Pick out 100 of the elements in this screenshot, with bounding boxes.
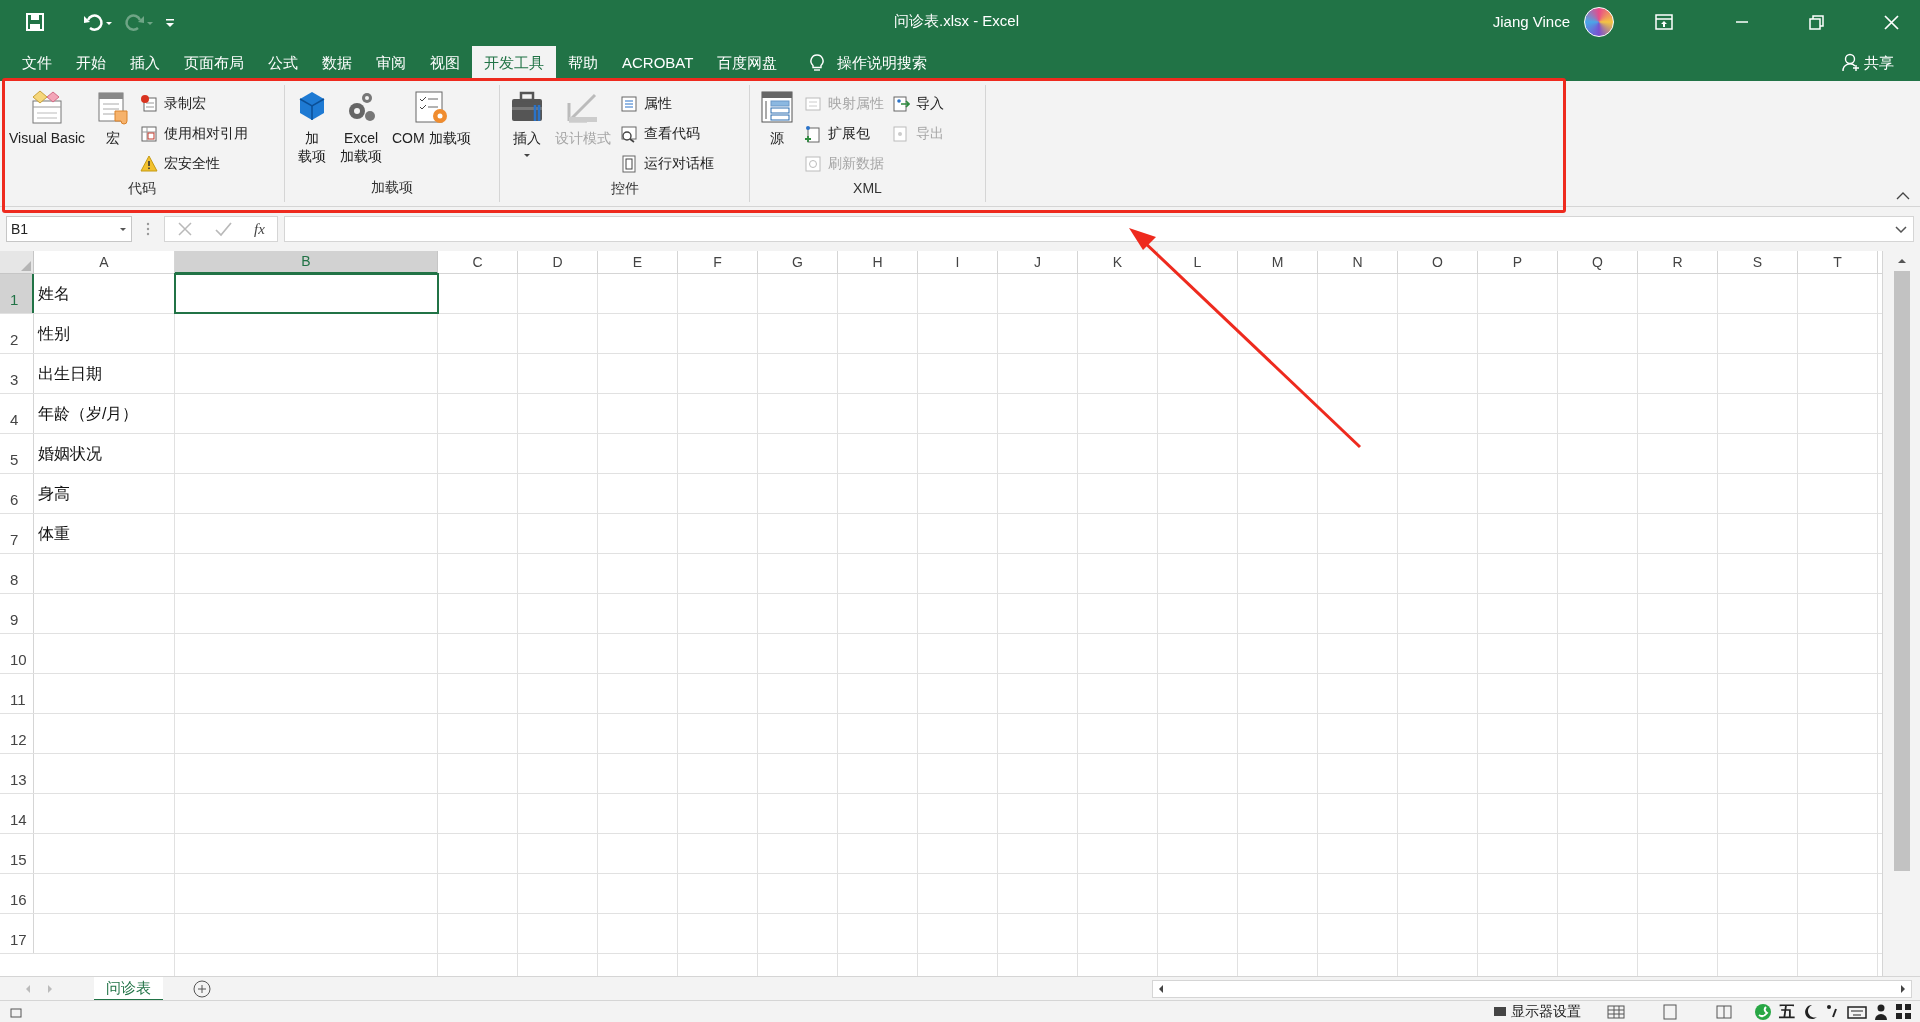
collapse-ribbon-icon[interactable]	[1896, 192, 1910, 200]
column-header[interactable]: R	[1638, 251, 1718, 274]
scroll-left-icon[interactable]	[1157, 983, 1165, 994]
active-cell[interactable]	[175, 274, 438, 313]
column-header[interactable]: S	[1718, 251, 1798, 274]
add-sheet-icon[interactable]	[193, 979, 211, 998]
column-header[interactable]: G	[758, 251, 838, 274]
ribbon-tab[interactable]: 数据	[310, 46, 364, 81]
formula-input[interactable]	[283, 216, 1914, 242]
column-header[interactable]: P	[1478, 251, 1558, 274]
user-icon[interactable]	[1873, 1002, 1889, 1021]
column-header[interactable]: L	[1158, 251, 1238, 274]
view-code-icon	[620, 124, 638, 143]
group-label: XML	[852, 179, 883, 198]
column-header[interactable]: A	[34, 251, 175, 274]
column-header[interactable]: F	[678, 251, 758, 274]
ribbon-button[interactable]: 属性	[618, 89, 716, 118]
display-settings-button[interactable]: 显示器设置	[1493, 1001, 1581, 1022]
ribbon-button[interactable]: COM 加载项	[389, 87, 474, 147]
cancel-icon	[177, 221, 193, 237]
ribbon-display-options-icon[interactable]	[1654, 13, 1674, 31]
ribbon-button[interactable]: 扩展包	[802, 119, 886, 148]
expand-formula-icon[interactable]	[1895, 225, 1907, 233]
horizontal-scrollbar[interactable]	[1152, 979, 1912, 998]
ribbon-tab[interactable]: 页面布局	[172, 46, 256, 81]
group-label: 控件	[609, 179, 640, 198]
input-mode-label[interactable]: 五	[1779, 999, 1795, 1022]
scroll-up-icon[interactable]	[1896, 257, 1907, 265]
ribbon-button[interactable]: 查看代码	[618, 119, 716, 148]
relative-reference-icon	[140, 124, 158, 143]
refresh-data-icon	[804, 154, 822, 173]
column-header[interactable]: B	[175, 251, 438, 274]
ribbon-button[interactable]: 宏安全性	[138, 149, 250, 178]
scroll-right-icon[interactable]	[1899, 983, 1907, 994]
column-header[interactable]: K	[1078, 251, 1158, 274]
ribbon-tab[interactable]: ACROBAT	[610, 46, 706, 81]
dropdown-arrow-icon	[119, 226, 127, 232]
column-header[interactable]: Q	[1558, 251, 1638, 274]
redo-icon	[122, 11, 154, 33]
visual-basic-icon	[29, 89, 65, 125]
column-header[interactable]: T	[1798, 251, 1878, 274]
user-name: Jiang Vince	[1492, 11, 1570, 32]
column-header[interactable]: D	[518, 251, 598, 274]
ribbon-button[interactable]: 宏	[92, 87, 134, 147]
import-icon	[892, 94, 910, 113]
checklist-gear-icon	[413, 89, 450, 125]
toolbox-grid-icon[interactable]	[1895, 1003, 1912, 1020]
scrollbar-thumb[interactable]	[1893, 271, 1910, 871]
dialog-icon	[620, 154, 638, 173]
column-header[interactable]: N	[1318, 251, 1398, 274]
lightbulb-icon	[809, 53, 826, 73]
table-cell-text: 身高	[37, 483, 71, 504]
ime-logo-icon[interactable]	[1753, 1002, 1773, 1021]
ribbon-tab[interactable]: 插入	[118, 46, 172, 81]
ribbon-tab[interactable]: 文件	[10, 46, 64, 81]
page-break-icon[interactable]	[1715, 1003, 1733, 1020]
column-header[interactable]: M	[1238, 251, 1318, 274]
ribbon-button[interactable]: 运行对话框	[618, 149, 716, 178]
close-icon[interactable]	[1883, 13, 1900, 31]
ribbon-tab[interactable]: 视图	[418, 46, 472, 81]
column-header[interactable]: H	[838, 251, 918, 274]
save-icon[interactable]	[24, 11, 46, 33]
group-label: 代码	[127, 179, 157, 198]
ribbon-tab[interactable]: 审阅	[364, 46, 418, 81]
share-button[interactable]: 共享	[1864, 46, 1894, 81]
ribbon-tab[interactable]: 百度网盘	[705, 46, 790, 81]
expansion-pack-icon	[804, 124, 822, 143]
table-cell-text: 年龄（岁/月）	[37, 403, 140, 424]
sheet-tab[interactable]: 问诊表	[94, 976, 163, 1001]
row-header[interactable]: 1	[0, 274, 34, 313]
ribbon-button[interactable]: Excel 加载项	[337, 87, 385, 165]
column-header[interactable]: J	[998, 251, 1078, 274]
ribbon-button[interactable]: 插入	[506, 87, 548, 158]
insert-function-button[interactable]: fx	[254, 217, 265, 241]
ribbon-button[interactable]: 源	[756, 87, 798, 147]
column-header[interactable]: E	[598, 251, 678, 274]
column-header[interactable]: I	[918, 251, 998, 274]
normal-view-icon[interactable]	[1607, 1003, 1625, 1020]
ribbon-button[interactable]: 录制宏	[138, 89, 250, 118]
ribbon-button[interactable]: Visual Basic	[6, 87, 88, 147]
name-box[interactable]: B1	[6, 216, 132, 242]
table-cell-text: 出生日期	[37, 363, 103, 384]
ribbon-button[interactable]: 使用相对引用	[138, 119, 250, 148]
export-icon	[892, 124, 910, 143]
ribbon-button[interactable]: 加 载项	[291, 87, 333, 165]
ribbon-tab[interactable]: 公式	[256, 46, 310, 81]
ribbon-tab[interactable]: 开始	[64, 46, 118, 81]
vertical-scrollbar[interactable]	[1882, 251, 1920, 976]
restore-icon[interactable]	[1808, 13, 1825, 31]
column-header[interactable]: C	[438, 251, 518, 274]
ribbon-tab[interactable]: 帮助	[556, 46, 610, 81]
ribbon-button[interactable]: 导入	[890, 89, 946, 118]
map-properties-icon	[804, 94, 822, 113]
undo-icon[interactable]	[82, 11, 114, 33]
user-avatar[interactable]	[1584, 7, 1614, 37]
grip-icon	[146, 221, 150, 237]
column-header[interactable]: O	[1398, 251, 1478, 274]
table-cell-text: 婚姻状况	[37, 443, 103, 464]
tell-me-search[interactable]: 操作说明搜索	[837, 46, 928, 81]
person-add-icon[interactable]	[1842, 53, 1860, 72]
